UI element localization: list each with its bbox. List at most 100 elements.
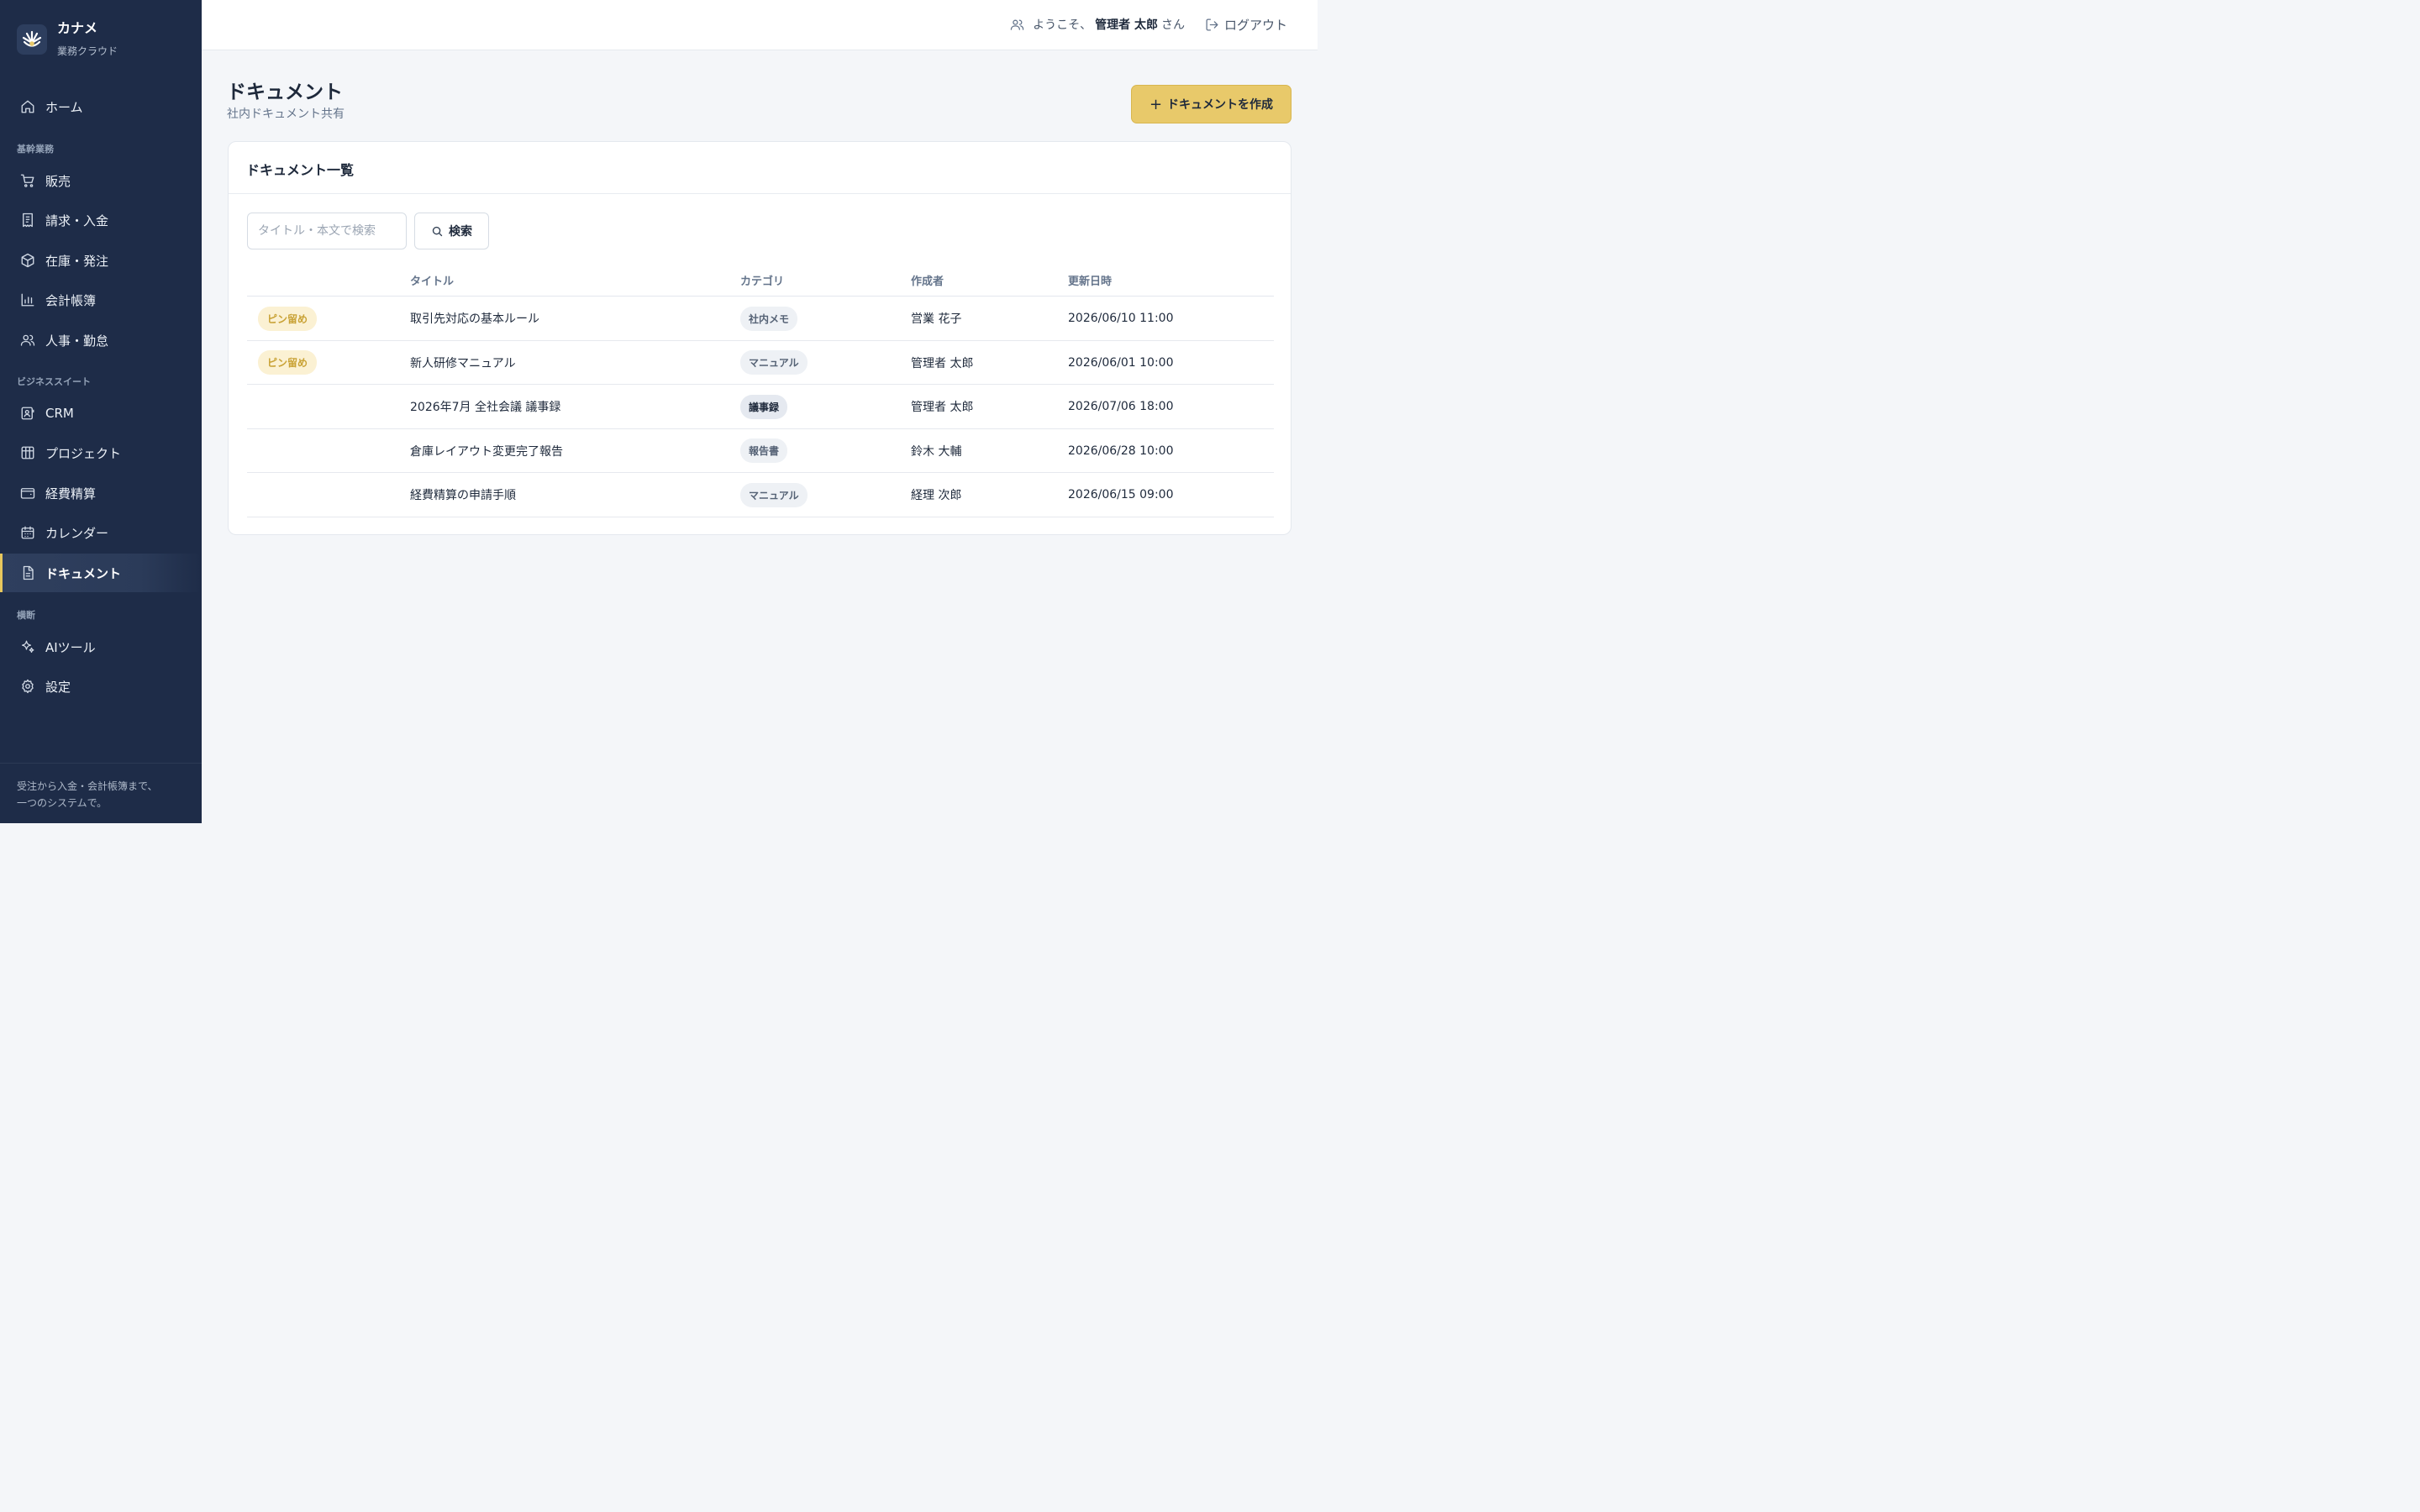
- category-badge: マニュアル: [740, 482, 808, 507]
- updated-cell: 2026/06/10 11:00: [1068, 312, 1174, 325]
- search-button[interactable]: 検索: [414, 213, 489, 249]
- table-row[interactable]: ピン留め 取引先対応の基本ルール 社内メモ 営業 花子 2026/06/10 1…: [247, 297, 1274, 341]
- sidebar-item-label: 在庫・発注: [45, 253, 109, 269]
- document-title-link[interactable]: 取引先対応の基本ルール: [410, 297, 539, 340]
- sidebar-item-ai-tools[interactable]: AIツール: [0, 627, 202, 666]
- document-title-link[interactable]: 2026年7月 全社会議 議事録: [410, 385, 560, 428]
- welcome-prefix: ようこそ、: [1033, 18, 1092, 32]
- card-divider: [229, 193, 1291, 194]
- updated-cell: 2026/06/28 10:00: [1068, 444, 1174, 458]
- sidebar-footer-line2: 一つのシステムで。: [17, 797, 108, 809]
- sidebar-item-hr[interactable]: 人事・勤怠: [0, 321, 202, 360]
- table-row[interactable]: 2026年7月 全社会議 議事録 議事録 管理者 太郎 2026/07/06 1…: [247, 385, 1274, 429]
- page-subtitle: 社内ドキュメント共有: [227, 108, 345, 121]
- sidebar-item-sales[interactable]: 販売: [0, 161, 202, 200]
- sidebar-item-inventory[interactable]: 在庫・発注: [0, 241, 202, 280]
- sidebar-item-label: 販売: [45, 173, 71, 189]
- receipt-icon: [20, 213, 35, 228]
- author-cell: 管理者 太郎: [911, 356, 974, 370]
- welcome-suffix: さん: [1161, 18, 1185, 32]
- contact-card-icon: [20, 406, 35, 421]
- users-icon: [20, 333, 35, 348]
- sidebar-item-crm[interactable]: CRM: [0, 394, 202, 433]
- search-button-label: 検索: [449, 225, 472, 239]
- sidebar-item-accounting[interactable]: 会計帳簿: [0, 281, 202, 319]
- author-cell: 営業 花子: [911, 312, 962, 326]
- sidebar: カナメ 業務クラウド ホーム 基幹業務 販売 請求・入金 在庫・発注 会計帳簿: [0, 0, 202, 823]
- sidebar-item-label: ホーム: [45, 99, 83, 115]
- table-row[interactable]: 経費精算の申請手順 マニュアル 経理 次郎 2026/06/15 09:00: [247, 473, 1274, 517]
- brand[interactable]: カナメ 業務クラウド: [17, 18, 118, 58]
- document-title-link[interactable]: 経費精算の申請手順: [410, 473, 516, 517]
- author-cell: 経理 次郎: [911, 489, 962, 502]
- home-icon: [20, 99, 35, 114]
- create-document-button[interactable]: + ドキュメントを作成: [1131, 85, 1292, 123]
- pinned-badge: ピン留め: [258, 350, 318, 375]
- document-table: タイトル カテゴリ 作成者 更新日時 ピン留め 取引先対応の基本ルール 社内メモ…: [247, 260, 1274, 517]
- updated-cell: 2026/06/01 10:00: [1068, 355, 1174, 370]
- column-header-author[interactable]: 作成者: [911, 272, 944, 288]
- sidebar-item-label: 請求・入金: [45, 213, 109, 228]
- cart-icon: [20, 173, 35, 188]
- gear-icon: [20, 679, 35, 694]
- sidebar-item-label: 会計帳簿: [45, 292, 97, 308]
- search-icon: [431, 225, 444, 238]
- column-header-updated[interactable]: 更新日時: [1068, 272, 1112, 288]
- logout-label: ログアウト: [1223, 18, 1287, 33]
- logout-button[interactable]: ログアウト: [1205, 16, 1287, 34]
- pinned-badge: ピン留め: [258, 306, 318, 331]
- category-badge: 議事録: [740, 394, 788, 419]
- sparkles-icon: [20, 639, 35, 654]
- table-row[interactable]: 倉庫レイアウト変更完了報告 報告書 鈴木 大輔 2026/06/28 10:00: [247, 429, 1274, 473]
- document-icon: [20, 565, 35, 580]
- search-input[interactable]: [247, 213, 407, 249]
- sidebar-item-label: 経費精算: [45, 486, 97, 501]
- updated-cell: 2026/06/15 09:00: [1068, 488, 1174, 501]
- sidebar-item-project[interactable]: プロジェクト: [0, 433, 202, 472]
- sidebar-item-label: CRM: [45, 406, 74, 421]
- sidebar-item-expense[interactable]: 経費精算: [0, 474, 202, 512]
- sidebar-item-billing[interactable]: 請求・入金: [0, 201, 202, 239]
- document-title-link[interactable]: 新人研修マニュアル: [410, 341, 516, 385]
- table-row[interactable]: ピン留め 新人研修マニュアル マニュアル 管理者 太郎 2026/06/01 1…: [247, 341, 1274, 385]
- sidebar-item-home[interactable]: ホーム: [0, 87, 202, 126]
- nav-section-core: 基幹業務: [17, 144, 54, 155]
- box-icon: [20, 253, 35, 268]
- kanban-icon: [20, 445, 35, 460]
- sidebar-item-label: 人事・勤怠: [45, 333, 109, 349]
- sidebar-item-label: AIツール: [45, 639, 96, 655]
- card-title: ドキュメント一覧: [246, 162, 355, 178]
- sidebar-item-label: 設定: [45, 679, 71, 695]
- wallet-icon: [20, 486, 35, 501]
- sidebar-item-documents[interactable]: ドキュメント: [0, 554, 202, 592]
- column-header-title[interactable]: タイトル: [410, 272, 454, 288]
- plus-icon: +: [1149, 95, 1163, 113]
- brand-subtitle: 業務クラウド: [57, 45, 118, 57]
- user-name: 管理者 太郎: [1095, 18, 1158, 32]
- sidebar-item-calendar[interactable]: カレンダー: [0, 513, 202, 552]
- sidebar-item-settings[interactable]: 設定: [0, 667, 202, 706]
- nav-section-cross: 横断: [17, 610, 35, 621]
- sidebar-footer-line1: 受注から入金・会計帳簿まで、: [17, 780, 158, 792]
- table-header: タイトル カテゴリ 作成者 更新日時: [247, 260, 1274, 297]
- nav-section-suite: ビジネススイート: [17, 376, 91, 387]
- column-header-category[interactable]: カテゴリ: [740, 272, 784, 288]
- category-badge: 社内メモ: [740, 306, 798, 331]
- brand-logo-icon: [17, 24, 47, 55]
- sidebar-footer: 受注から入金・会計帳簿まで、 一つのシステムで。: [0, 763, 202, 823]
- create-document-label: ドキュメントを作成: [1167, 98, 1274, 112]
- document-title-link[interactable]: 倉庫レイアウト変更完了報告: [410, 429, 563, 473]
- category-badge: 報告書: [740, 438, 788, 463]
- page-title: ドキュメント: [227, 81, 343, 103]
- sidebar-item-label: プロジェクト: [45, 445, 122, 461]
- logout-icon: [1205, 18, 1219, 32]
- author-cell: 管理者 太郎: [911, 401, 974, 414]
- calendar-icon: [20, 525, 35, 540]
- document-list-card: ドキュメント一覧 検索 タイトル カテゴリ 作成者 更新日時 ピン留め 取引先対…: [228, 141, 1292, 535]
- sidebar-item-label: カレンダー: [45, 525, 109, 541]
- user-icon: [1010, 18, 1024, 32]
- welcome-message: ようこそ、 管理者 太郎 さん: [1010, 16, 1185, 33]
- updated-cell: 2026/07/06 18:00: [1068, 400, 1174, 413]
- brand-name: カナメ: [57, 20, 98, 36]
- top-bar: ようこそ、 管理者 太郎 さん ログアウト: [202, 0, 1318, 50]
